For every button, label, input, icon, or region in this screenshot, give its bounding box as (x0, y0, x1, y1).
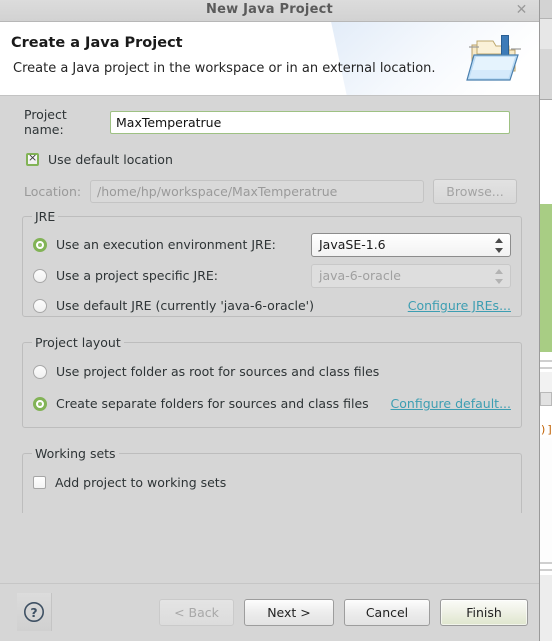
use-default-location-checkbox[interactable] (26, 152, 39, 166)
radio-default-jre[interactable]: Use default JRE (currently 'java-6-oracl… (33, 298, 314, 313)
header-description: Create a Java project in the workspace o… (13, 61, 436, 76)
next-button[interactable]: Next > (244, 599, 334, 626)
spinner-arrows-icon[interactable] (495, 237, 504, 255)
bg-widget-box (540, 392, 552, 406)
project-specific-jre-combo: java-6-oracle (311, 264, 511, 288)
radio-label: Use project folder as root for sources a… (56, 364, 380, 379)
working-sets-group-title: Working sets (32, 446, 119, 461)
help-question-icon: ? (24, 602, 44, 622)
add-project-to-working-sets-row[interactable]: Add project to working sets (33, 475, 226, 490)
project-name-input[interactable] (110, 110, 510, 134)
bg-status-area (540, 575, 552, 641)
close-icon[interactable]: ✕ (515, 3, 528, 17)
radio-use-project-folder-as-root[interactable]: Use project folder as root for sources a… (33, 364, 379, 379)
use-default-location-row[interactable]: Use default location (26, 152, 173, 167)
radio-button-selected[interactable] (33, 396, 47, 411)
radio-button-unselected[interactable] (33, 298, 47, 313)
bg-highlight-band (540, 204, 552, 352)
bg-toolbar-secondary (540, 19, 552, 49)
add-project-to-working-sets-label: Add project to working sets (55, 475, 227, 490)
configure-jres-link[interactable]: Configure JREs... (408, 298, 511, 313)
project-layout-group: Project layout Use project folder as roo… (22, 335, 522, 428)
bg-code-fragment: )] (540, 422, 552, 438)
cancel-button[interactable]: Cancel (344, 599, 430, 626)
finish-button[interactable]: Finish (440, 599, 528, 626)
radio-create-separate-folders[interactable]: Create separate folders for sources and … (33, 396, 369, 411)
project-specific-jre-value: java-6-oracle (319, 268, 401, 283)
new-java-project-dialog: New Java Project ✕ Create a Java Project… (0, 0, 540, 641)
location-input[interactable]: /home/hp/workspace/MaxTemperatrue (90, 179, 424, 203)
dialog-title: New Java Project (206, 2, 333, 17)
radio-project-specific-jre[interactable]: Use a project specific JRE: (33, 268, 218, 283)
radio-label: Use a project specific JRE: (56, 268, 218, 283)
add-project-to-working-sets-checkbox[interactable] (33, 476, 46, 489)
radio-button-unselected[interactable] (33, 364, 47, 379)
svg-text:?: ? (30, 605, 37, 620)
location-label: Location: (24, 183, 82, 199)
java-project-folder-icon (465, 31, 527, 87)
bg-divider-line (540, 367, 552, 369)
bg-tab-area (540, 49, 552, 100)
browse-button[interactable]: Browse... (433, 178, 517, 204)
jre-group-title: JRE (32, 209, 59, 224)
dialog-header: Create a Java Project Create a Java proj… (0, 22, 539, 96)
project-layout-group-title: Project layout (32, 335, 124, 350)
radio-button-selected[interactable] (33, 237, 47, 252)
bg-divider-line (540, 569, 552, 571)
bg-editor-area-top (540, 100, 552, 204)
bg-editor-area-mid (540, 352, 552, 372)
execution-environment-value: JavaSE-1.6 (319, 237, 386, 252)
jre-group: JRE Use an execution environment JRE: Ja… (22, 209, 522, 317)
location-row: Location: /home/hp/workspace/MaxTemperat… (0, 178, 539, 204)
execution-environment-combo[interactable]: JavaSE-1.6 (311, 233, 511, 257)
header-title: Create a Java Project (11, 35, 183, 51)
bg-toolbar (540, 0, 552, 19)
bg-editor-area-bottom (540, 438, 552, 562)
project-name-label: Project name: (24, 107, 67, 137)
dialog-body: Project name: Use default location Locat… (0, 96, 539, 583)
background-window-strip: )] (540, 0, 552, 641)
spinner-arrows-icon (495, 268, 504, 286)
configure-default-link[interactable]: Configure default... (391, 396, 511, 411)
help-button[interactable]: ? (17, 593, 52, 631)
back-button: < Back (159, 599, 234, 626)
project-name-row: Project name: (0, 107, 539, 137)
bg-divider-line (540, 360, 552, 362)
working-sets-group: Working sets Add project to working sets (22, 446, 522, 513)
dialog-button-bar: ? < Back Next > Cancel Finish (0, 583, 539, 641)
use-default-location-label: Use default location (48, 152, 173, 167)
radio-label: Use an execution environment JRE: (56, 237, 276, 252)
bg-editor-area-lower (540, 408, 552, 422)
radio-button-unselected[interactable] (33, 268, 47, 283)
radio-label: Create separate folders for sources and … (56, 396, 369, 411)
radio-execution-environment-jre[interactable]: Use an execution environment JRE: (33, 237, 276, 252)
radio-label: Use default JRE (currently 'java-6-oracl… (56, 298, 314, 313)
dialog-title-bar: New Java Project ✕ (0, 0, 539, 22)
bg-divider-line (540, 562, 552, 564)
